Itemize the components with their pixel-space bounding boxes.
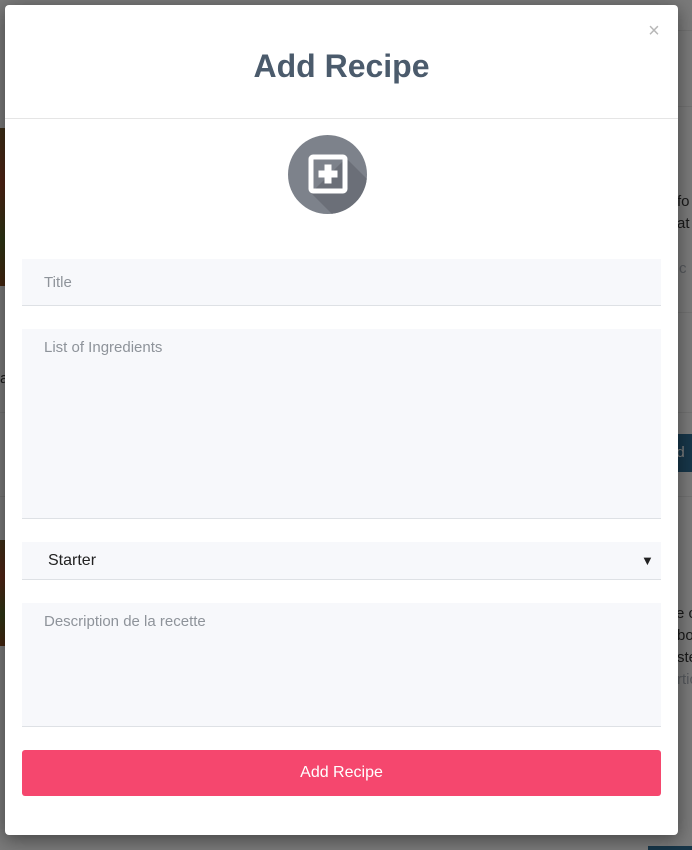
plus-square-icon (308, 154, 367, 214)
add-recipe-modal: Add Recipe × Starter ▼ Add Recipe (5, 5, 678, 835)
title-input[interactable] (22, 259, 661, 306)
modal-header: Add Recipe × (5, 5, 678, 119)
add-recipe-button[interactable]: Add Recipe (22, 750, 661, 796)
add-image-button[interactable] (288, 135, 367, 214)
modal-title: Add Recipe (253, 48, 430, 84)
description-textarea[interactable] (22, 603, 661, 727)
ingredients-textarea[interactable] (22, 329, 661, 519)
chevron-down-icon: ▼ (641, 553, 654, 568)
category-selected-value: Starter (48, 552, 97, 569)
category-select[interactable]: Starter ▼ (22, 542, 661, 580)
close-button[interactable]: × (646, 21, 662, 41)
